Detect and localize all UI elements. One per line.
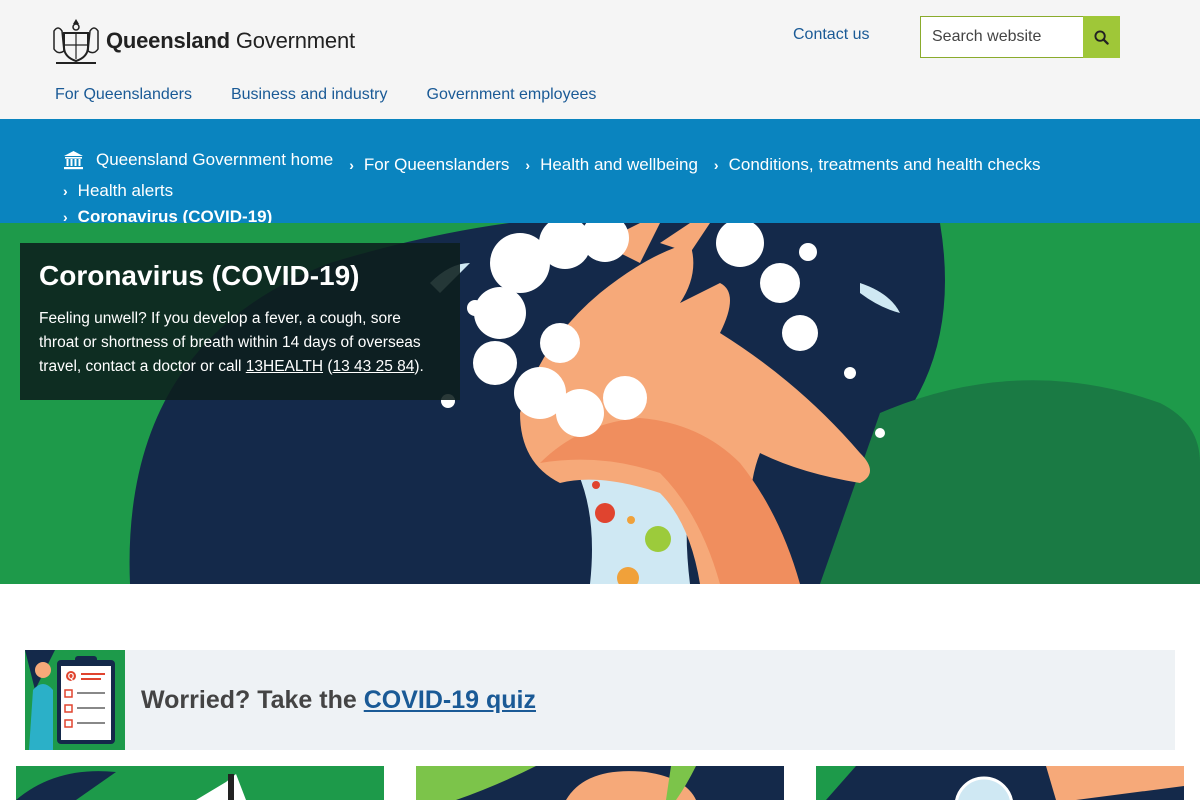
home-icon (64, 151, 83, 170)
svg-text:Q: Q (68, 672, 74, 681)
breadcrumb-item-health-and-wellbeing[interactable]: › Health and wellbeing (525, 152, 698, 178)
main-nav: For Queenslanders Business and industry … (55, 86, 596, 104)
breadcrumb-item-home[interactable]: Queensland Government home (63, 147, 333, 173)
search-button[interactable] (1083, 16, 1120, 58)
site-search (920, 16, 1120, 58)
nav-item-for-queenslanders[interactable]: For Queenslanders (55, 86, 192, 104)
quiz-illustration: Q (25, 650, 125, 750)
feature-card-3[interactable] (816, 766, 1184, 800)
13health-link[interactable]: 13HEALTH (246, 358, 323, 375)
feature-card-1[interactable] (16, 766, 384, 800)
hero-intro-panel: Coronavirus (COVID-19) Feeling unwell? I… (20, 243, 460, 400)
breadcrumb: Queensland Government home › For Queensla… (63, 147, 1173, 230)
feature-card-2[interactable] (416, 766, 784, 800)
quiz-prompt: Worried? Take the COVID-19 quiz (141, 685, 536, 714)
hero-banner: Coronavirus (COVID-19) Feeling unwell? I… (0, 223, 1200, 584)
contact-us-link[interactable]: Contact us (793, 26, 869, 44)
breadcrumb-item-health-alerts[interactable]: › Health alerts (63, 178, 173, 204)
nav-item-government-employees[interactable]: Government employees (427, 86, 597, 104)
hero-description: Feeling unwell? If you develop a fever, … (39, 310, 424, 375)
phone-number-link[interactable]: 13 43 25 84 (332, 358, 414, 375)
chevron-right-icon: › (349, 157, 354, 173)
card-3-image (816, 766, 1184, 800)
breadcrumb-band: Queensland Government home › For Queensla… (0, 119, 1200, 226)
coat-of-arms-icon (53, 19, 99, 64)
chevron-right-icon: › (713, 157, 719, 173)
quiz-banner: Q Worried? Take the COVID-19 quiz (25, 650, 1175, 750)
search-icon (1094, 29, 1109, 45)
covid-quiz-link[interactable]: COVID-19 quiz (364, 686, 536, 714)
site-header: Queensland Government Contact us For Que… (0, 0, 1200, 119)
logo-text: Queensland Government (106, 28, 355, 53)
card-1-image (16, 766, 384, 800)
nav-item-business-and-industry[interactable]: Business and industry (231, 86, 388, 104)
clipboard-checklist-icon: Q (25, 650, 125, 750)
card-2-image (416, 766, 784, 800)
chevron-right-icon: › (525, 157, 531, 173)
breadcrumb-item-conditions[interactable]: › Conditions, treatments and health check… (714, 152, 1041, 178)
page-title: Coronavirus (COVID-19) (39, 260, 360, 291)
site-logo-link[interactable]: Queensland Government (50, 15, 355, 67)
breadcrumb-item-for-queenslanders[interactable]: › For Queenslanders (349, 152, 509, 178)
search-input[interactable] (920, 16, 1083, 58)
chevron-right-icon: › (63, 183, 68, 199)
